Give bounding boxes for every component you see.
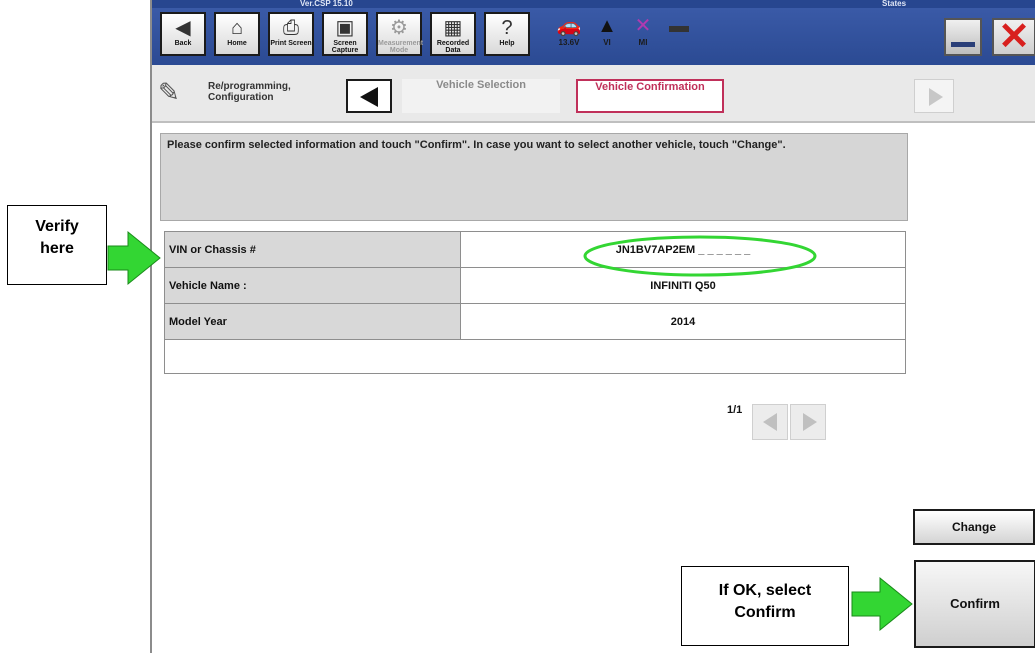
connector-icon: ▬ xyxy=(669,15,689,37)
navigation-bar: ✎ Re/programming, Configuration Vehicle … xyxy=(152,65,1035,123)
camera-icon: ▣ xyxy=(335,17,355,39)
confirm-callout: If OK, select Confirm xyxy=(681,566,849,646)
vin-value: JN1BV7AP2EM _ _ _ _ _ _ xyxy=(460,231,906,268)
vi-label: VI xyxy=(603,38,611,47)
print-screen-button[interactable]: ⎙ Print Screen xyxy=(268,12,314,56)
state-label: States xyxy=(882,0,907,8)
back-arrow-icon: ◀ xyxy=(175,17,191,39)
car-battery-icon: 🚗 xyxy=(556,15,582,37)
confirm-callout-line2: Confirm xyxy=(734,604,796,621)
next-step-button xyxy=(914,79,954,113)
mi-label: MI xyxy=(638,38,648,47)
mi-cross-icon: ✕ xyxy=(634,15,652,37)
instruction-text: Please confirm selected information and … xyxy=(160,133,908,221)
consult-app-window: Ver.CSP 15.10 States ◀ Back ⌂ Home ⎙ Pri… xyxy=(150,0,1035,653)
vehicle-name-label: Vehicle Name : xyxy=(164,267,461,304)
confirm-callout-line1: If OK, select xyxy=(718,582,812,599)
step-vehicle-selection[interactable]: Vehicle Selection xyxy=(402,79,560,113)
close-button[interactable]: ✕ xyxy=(992,18,1035,56)
previous-step-button[interactable] xyxy=(346,79,392,113)
recorded-data-icon: ▦ xyxy=(443,17,463,39)
home-icon: ⌂ xyxy=(230,17,244,39)
section-label: Re/programming, Configuration xyxy=(208,81,291,103)
recorded-data-label: Recorded Data xyxy=(436,40,470,54)
measurement-mode-button[interactable]: ⚙ Measurement Mode xyxy=(376,12,424,56)
confirm-button[interactable]: Confirm xyxy=(914,560,1035,648)
home-button[interactable]: ⌂ Home xyxy=(214,12,260,56)
reprogramming-icon: ✎ xyxy=(158,77,180,107)
back-button-label: Back xyxy=(174,40,192,47)
recorded-data-button[interactable]: ▦ Recorded Data xyxy=(430,12,476,56)
help-button[interactable]: ? Help xyxy=(484,12,530,56)
version-label: Ver.CSP 15.10 xyxy=(300,0,353,8)
battery-status: 🚗 13.6V xyxy=(554,14,584,47)
screen-capture-button[interactable]: ▣ Screen Capture xyxy=(322,12,368,56)
model-year-label: Model Year xyxy=(164,303,461,340)
toolbar: ◀ Back ⌂ Home ⎙ Print Screen ▣ Screen Ca… xyxy=(152,8,1035,65)
table-row: Model Year 2014 xyxy=(164,303,906,340)
printer-icon: ⎙ xyxy=(283,17,299,39)
table-row: VIN or Chassis # JN1BV7AP2EM _ _ _ _ _ _ xyxy=(164,231,906,268)
help-icon: ? xyxy=(501,17,513,39)
vin-label: VIN or Chassis # xyxy=(164,231,461,268)
battery-voltage: 13.6V xyxy=(558,38,580,47)
print-screen-label: Print Screen xyxy=(270,40,312,47)
change-button[interactable]: Change xyxy=(913,509,1035,545)
help-label: Help xyxy=(499,40,515,47)
page-indicator: 1/1 xyxy=(727,404,743,416)
minimize-button[interactable] xyxy=(944,18,982,56)
vi-status: ▲ VI xyxy=(592,14,622,47)
back-button[interactable]: ◀ Back xyxy=(160,12,206,56)
vehicle-name-value: INFINITI Q50 xyxy=(460,267,906,304)
page-prev-button[interactable] xyxy=(752,404,788,440)
model-year-value: 2014 xyxy=(460,303,906,340)
mi-status: ✕ MI xyxy=(628,14,658,47)
verify-callout: Verify here xyxy=(7,205,107,285)
screen-capture-label: Screen Capture xyxy=(331,40,359,54)
table-row: Vehicle Name : INFINITI Q50 xyxy=(164,267,906,304)
home-button-label: Home xyxy=(227,40,247,47)
close-icon: ✕ xyxy=(998,16,1030,58)
verify-callout-line1: Verify xyxy=(35,218,79,235)
title-bar: Ver.CSP 15.10 States xyxy=(152,0,1035,8)
measurement-mode-label: Measurement Mode xyxy=(378,40,424,54)
measurement-icon: ⚙ xyxy=(390,17,408,39)
verify-callout-line2: here xyxy=(40,240,74,257)
signal-icon: ▲ xyxy=(597,15,617,37)
page-next-button[interactable] xyxy=(790,404,826,440)
table-row-empty xyxy=(164,339,906,374)
connection-status: ▬ xyxy=(664,14,694,38)
vehicle-info-table: VIN or Chassis # JN1BV7AP2EM _ _ _ _ _ _… xyxy=(164,231,906,374)
empty-cell xyxy=(164,339,906,374)
step-vehicle-confirmation: Vehicle Confirmation xyxy=(576,79,724,113)
